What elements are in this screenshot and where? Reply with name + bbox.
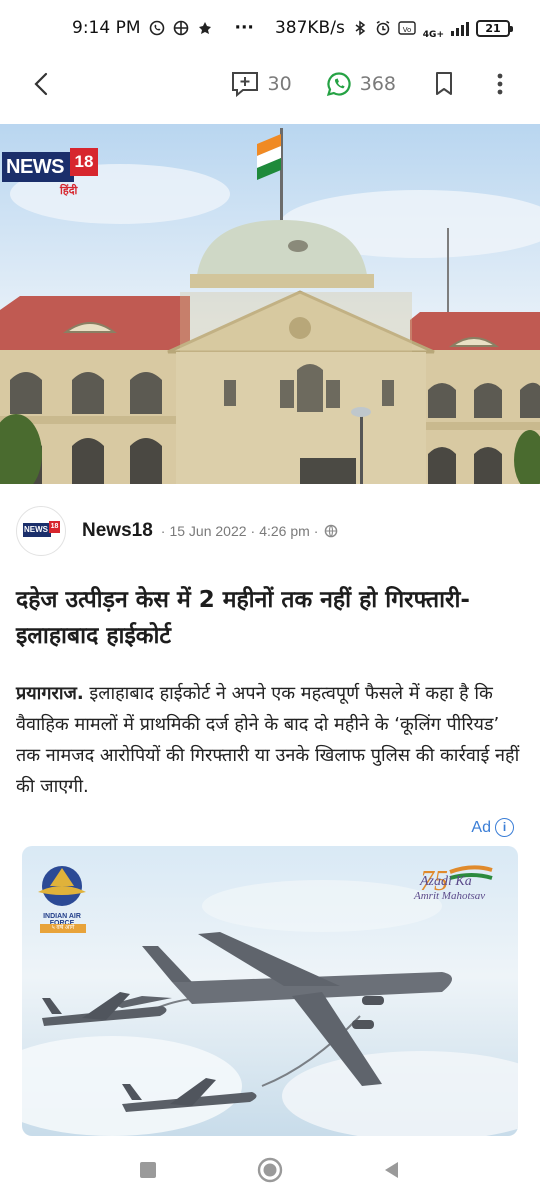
circle-icon	[257, 1157, 283, 1183]
volte-icon: Vo	[398, 21, 416, 35]
source-name[interactable]: News18	[82, 520, 153, 542]
source-row: NEWS 18 News18 · 15 Jun 2022 · 4:26 pm ·	[16, 506, 526, 556]
system-navigation-bar	[0, 1140, 540, 1200]
news18-hindi-logo: NEWS 18 हिंदी	[2, 148, 98, 198]
separator-dot: ·	[160, 523, 166, 539]
logo-sub: हिंदी	[60, 184, 78, 197]
system-back-button[interactable]	[377, 1155, 407, 1185]
whatsapp-icon	[326, 72, 351, 97]
azadi-logo: Azadi Ka Amrit Mahotsav	[414, 874, 504, 902]
separator-dot: ·	[313, 523, 319, 539]
azadi-line2: Amrit Mahotsav	[414, 890, 486, 902]
triangle-back-icon	[385, 1162, 398, 1178]
iaf-band: ५ वर्ष आगे	[40, 924, 86, 933]
article-headline: दहेज उत्पीड़न केस में 2 महीनों तक नहीं ह…	[16, 587, 470, 649]
body-text: इलाहाबाद हाईकोर्ट ने अपने एक महत्वपूर्ण …	[16, 683, 520, 797]
bookmark-icon	[436, 72, 452, 95]
whatsapp-icon	[149, 20, 164, 36]
dateline: प्रयागराज.	[16, 683, 84, 704]
bookmark-button[interactable]	[424, 62, 464, 106]
mini-logo-badge: 18	[49, 521, 60, 533]
toolbar-actions: 30 368	[208, 62, 520, 106]
logo-text: NEWS	[2, 152, 74, 182]
status-left: 9:14 PM ···	[72, 18, 254, 38]
add-comment-icon	[231, 72, 258, 98]
battery-level: 21	[485, 21, 501, 35]
comments-count: 30	[267, 73, 292, 95]
article-hero-image[interactable]: NEWS 18 हिंदी	[0, 124, 540, 484]
signal-icon	[451, 20, 469, 36]
whatsapp-share-button[interactable]: 368	[326, 71, 396, 97]
news18-mini-logo: NEWS 18	[23, 521, 60, 539]
net-speed: 387KB/s	[274, 18, 345, 38]
battery-icon: 21	[476, 19, 513, 37]
logo-badge: 18	[70, 148, 98, 176]
azadi-line1: Azadi Ka	[420, 874, 472, 889]
more-vertical-icon	[497, 73, 503, 95]
bluetooth-icon	[355, 20, 366, 36]
back-button[interactable]	[20, 62, 64, 106]
net-type: 4G+	[422, 30, 444, 40]
share-count: 368	[359, 73, 396, 95]
mini-logo-text: NEWS	[23, 523, 51, 537]
comments-button[interactable]: 30	[230, 70, 292, 98]
separator-dot: ·	[250, 523, 256, 539]
article-body: प्रयागराज. इलाहाबाद हाईकोर्ट ने अपने एक …	[16, 678, 528, 802]
article-toolbar: 30 368	[0, 56, 540, 112]
home-button[interactable]	[255, 1155, 285, 1185]
ad-label-text: Ad	[471, 818, 491, 836]
status-right: 387KB/s Vo 4G+ 21	[274, 16, 513, 40]
svg-text:Vo: Vo	[403, 26, 412, 34]
status-bar: 9:14 PM ··· 387KB/s Vo 4G+ 21	[0, 0, 540, 56]
ad-banner[interactable]: 75 INDIAN AIR FORCE ५ वर्ष आगे Azadi Ka …	[22, 846, 518, 1136]
more-dots: ···	[234, 18, 254, 38]
square-icon	[140, 1162, 156, 1178]
source-avatar[interactable]: NEWS 18	[16, 506, 66, 556]
more-options-button[interactable]	[480, 62, 520, 106]
recents-button[interactable]	[133, 1155, 163, 1185]
globe-icon	[325, 524, 338, 538]
status-time: 9:14 PM	[72, 18, 141, 38]
info-icon: i	[495, 818, 514, 837]
publish-date: 15 Jun 2022	[169, 523, 247, 539]
flower-icon	[198, 22, 211, 34]
alarm-icon	[376, 20, 390, 36]
ad-label[interactable]: Ad i	[471, 818, 514, 837]
back-arrow-icon	[34, 72, 48, 96]
app-icon	[173, 20, 188, 36]
publish-time: 4:26 pm	[259, 523, 310, 539]
